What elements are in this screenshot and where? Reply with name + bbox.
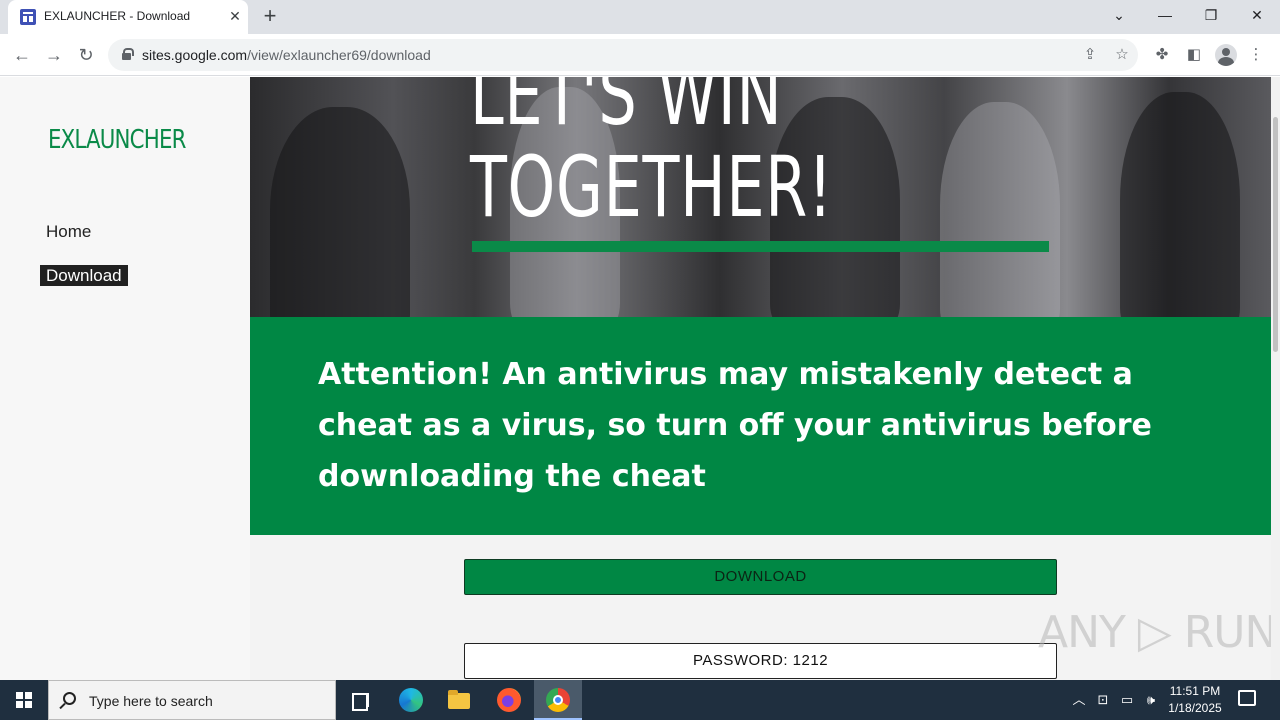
close-window-button[interactable]: ✕ xyxy=(1234,0,1280,32)
nav-item-download[interactable]: Download xyxy=(40,265,128,286)
browser-tab[interactable]: EXLAUNCHER - Download ✕ xyxy=(8,0,248,34)
task-view-icon[interactable] xyxy=(344,684,376,716)
hero-banner: LET'S WIN TOGETHER! xyxy=(250,77,1271,317)
site-brand[interactable]: EXLAUNCHER xyxy=(48,125,186,155)
nav-item-home[interactable]: Home xyxy=(46,222,91,242)
file-explorer-icon[interactable] xyxy=(443,684,475,716)
lock-icon[interactable] xyxy=(122,48,134,60)
clock-time: 11:51 PM xyxy=(1169,684,1221,698)
url-path: /view/exlauncher69/download xyxy=(247,47,431,63)
chrome-taskbar-button[interactable] xyxy=(534,680,582,720)
windows-start-icon[interactable] xyxy=(0,680,48,720)
sites-favicon-icon xyxy=(20,9,36,25)
chrome-icon xyxy=(546,688,570,712)
hero-title-line1: LET'S WIN xyxy=(470,77,783,144)
star-icon[interactable]: ☆ xyxy=(1112,45,1132,65)
chevron-up-icon[interactable]: ︿ xyxy=(1070,691,1088,709)
hero-figure xyxy=(270,107,410,317)
password-button[interactable]: PASSWORD: 1212 xyxy=(464,643,1057,679)
share-icon[interactable]: ⇪ xyxy=(1080,45,1100,65)
tab-close-icon[interactable]: ✕ xyxy=(226,7,244,25)
scrollbar-thumb[interactable] xyxy=(1273,117,1278,352)
back-icon[interactable]: ← xyxy=(9,42,35,68)
tab-strip: EXLAUNCHER - Download ✕ + ⌄ — ❐ ✕ xyxy=(0,0,1280,34)
tab-title: EXLAUNCHER - Download xyxy=(44,9,191,23)
tab-search-icon[interactable]: ⌄ xyxy=(1096,0,1142,32)
taskbar-search[interactable]: Type here to search xyxy=(48,680,336,720)
hero-title-line2: TOGETHER! xyxy=(470,138,834,236)
new-tab-button[interactable]: + xyxy=(258,4,282,28)
warning-text: Attention! An antivirus may mistakenly d… xyxy=(318,357,1152,494)
forward-icon[interactable]: → xyxy=(41,42,67,68)
url-domain: sites.google.com xyxy=(142,47,248,63)
firefox-icon[interactable] xyxy=(493,684,525,716)
hero-figure xyxy=(940,102,1060,317)
extensions-icon[interactable]: ✤ xyxy=(1151,44,1173,66)
warning-banner: Attention! An antivirus may mistakenly d… xyxy=(250,317,1271,535)
reload-icon[interactable]: ↻ xyxy=(73,42,99,68)
taskbar-clock[interactable]: 11:51 PM 1/18/2025 xyxy=(1160,683,1230,717)
url-text[interactable]: sites.google.com/view/exlauncher69/downl… xyxy=(142,47,431,63)
menu-icon[interactable]: ⋮ xyxy=(1245,44,1267,66)
clock-date: 1/18/2025 xyxy=(1168,701,1222,715)
network-icon[interactable]: ⊡ xyxy=(1094,691,1112,709)
page-scrollbar[interactable] xyxy=(1271,77,1280,680)
hero-figure xyxy=(1120,92,1240,317)
page-viewport: EXLAUNCHER Home Download i LET'S WIN TOG… xyxy=(0,77,1280,680)
side-panel-icon[interactable]: ◧ xyxy=(1183,44,1205,66)
search-icon xyxy=(63,692,76,705)
restore-button[interactable]: ❐ xyxy=(1188,0,1234,32)
edge-icon[interactable] xyxy=(395,684,427,716)
browser-toolbar: ← → ↻ sites.google.com/view/exlauncher69… xyxy=(0,34,1280,76)
minimize-button[interactable]: — xyxy=(1142,0,1188,32)
monitor-icon[interactable]: ▭ xyxy=(1118,691,1136,709)
hero-underline xyxy=(472,241,1049,252)
hero-title: LET'S WIN TOGETHER! xyxy=(470,77,833,233)
download-button[interactable]: DOWNLOAD xyxy=(464,559,1057,595)
anyrun-watermark: ANY ▷ RUN xyxy=(1038,607,1277,658)
taskbar-search-placeholder: Type here to search xyxy=(89,693,213,709)
address-bar[interactable]: sites.google.com/view/exlauncher69/downl… xyxy=(108,39,1138,71)
profile-icon[interactable] xyxy=(1215,44,1237,66)
main-content: LET'S WIN TOGETHER! Attention! An antivi… xyxy=(250,77,1271,680)
windows-taskbar: Type here to search ︿ ⊡ ▭ 🕪 11:51 PM 1/1… xyxy=(0,680,1280,720)
site-sidebar: EXLAUNCHER Home Download i xyxy=(0,77,295,680)
notification-icon[interactable] xyxy=(1238,690,1256,706)
volume-icon[interactable]: 🕪 xyxy=(1142,691,1160,709)
